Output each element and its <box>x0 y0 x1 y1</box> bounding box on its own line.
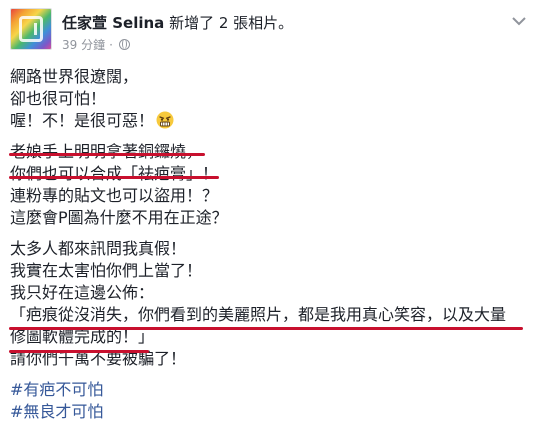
body-line: 這麼會P圖為什麼不用在正途？ <box>10 208 228 227</box>
chevron-down-icon[interactable] <box>509 14 529 28</box>
avatar[interactable] <box>10 8 52 50</box>
annotation-underline <box>9 350 149 353</box>
globe-icon[interactable] <box>118 39 130 50</box>
post-header-line: 任家萱 Selina 新增了 2 張相片。 <box>62 12 293 33</box>
hashtag-link[interactable]: #有疤不可怕 <box>10 379 529 401</box>
body-line: 老娘手上明明拿著銅鑼燒， <box>10 142 203 161</box>
body-line: 「疤痕從沒消失，你們看到的美麗照片，都是我用真心笑容，以及大量 <box>10 305 507 324</box>
body-line: 網路世界很遼闊， <box>10 67 139 86</box>
post-timestamp[interactable]: 39 分鐘 <box>62 36 105 53</box>
meta-separator: · <box>109 37 113 52</box>
body-line: 你們也可以合成「祛疤膏」！ <box>10 164 219 183</box>
body-line: 我只好在這邊公佈： <box>10 283 155 302</box>
body-line-text: 喔！不！是很可惡！ <box>10 111 155 130</box>
post-body: 網路世界很遼闊， 卻也很可怕！ 喔！不！是很可惡！ 老娘手上明明拿著銅鑼燒， 你… <box>10 66 529 423</box>
annotation-underline <box>9 176 219 179</box>
annotation-underline <box>9 327 523 330</box>
body-line: 卻也很可怕！ <box>10 89 107 108</box>
body-line: 連粉專的貼文也可以盜用！？ <box>10 186 219 205</box>
body-line: 我實在太害怕你們上當了！ <box>10 261 203 280</box>
hashtag-link[interactable]: #無良才可怕 <box>10 401 529 423</box>
angry-face-icon <box>156 111 174 129</box>
post-meta: 39 分鐘 · <box>62 36 130 53</box>
body-line: 喔！不！是很可惡！ <box>10 110 529 132</box>
post-header: 任家萱 Selina 新增了 2 張相片。 39 分鐘 · <box>10 8 529 58</box>
post-action: 新增了 2 張相片。 <box>169 14 294 32</box>
author-name[interactable]: 任家萱 Selina <box>62 14 164 32</box>
avatar-logo <box>19 16 43 42</box>
body-line: 太多人都來訊問我真假！ <box>10 239 187 258</box>
annotation-underline <box>9 153 205 156</box>
